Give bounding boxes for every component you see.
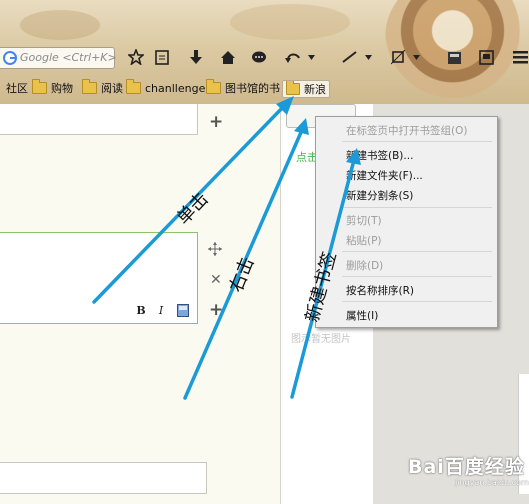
baidu-watermark: Bai百度经验 bbox=[408, 456, 525, 478]
baidu-watermark-url: jingyan.baidu.com bbox=[455, 478, 529, 487]
annotation-arrows bbox=[92, 96, 361, 400]
